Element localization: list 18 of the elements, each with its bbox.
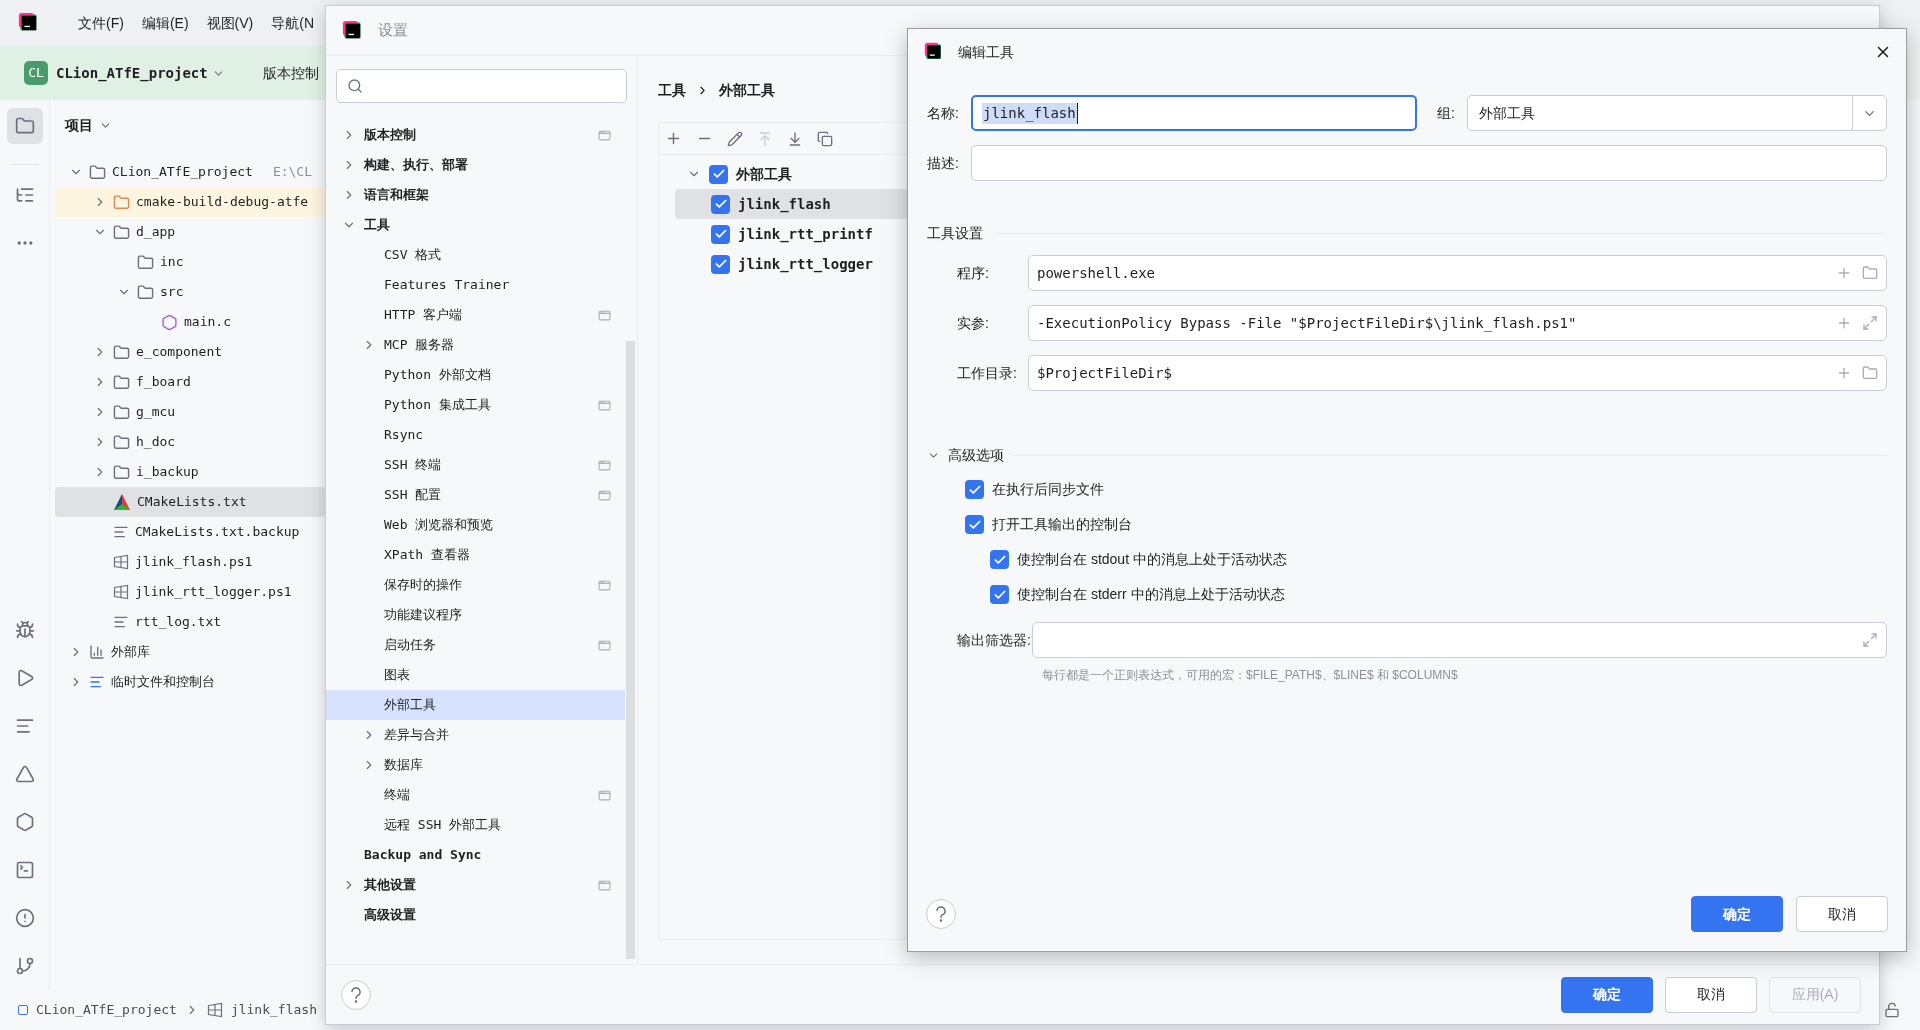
project-path: E:\CL	[272, 163, 313, 182]
field-label: 组:	[1437, 103, 1456, 123]
panel-title: 项目	[65, 115, 93, 135]
option-label: 使控制台在 stdout 中的消息上处于活动状态	[1017, 550, 1287, 569]
field-label: 名称:	[927, 103, 960, 123]
hint-text: 每行都是一个正则表达式，可用的宏：$FILE_PATH$、$LINE$ 和 $COLUMN$	[1041, 667, 1459, 684]
section-title: 工具设置	[927, 224, 983, 243]
project-badge: CL	[24, 61, 48, 85]
field-label: 工作目录:	[957, 363, 1018, 383]
window-title: 设置	[378, 20, 408, 41]
field-label: 程序:	[957, 263, 990, 283]
option-label: 使控制台在 stderr 中的消息上处于活动状态	[1017, 585, 1285, 604]
option-label: 打开工具输出的控制台	[992, 515, 1132, 534]
option-label: 在执行后同步文件	[992, 480, 1104, 499]
dialog-title: 编辑工具	[958, 42, 1014, 62]
field-label: 输出筛选器:	[957, 630, 1032, 650]
field-label: 实参:	[957, 313, 990, 333]
field-label: 描述:	[927, 153, 960, 173]
